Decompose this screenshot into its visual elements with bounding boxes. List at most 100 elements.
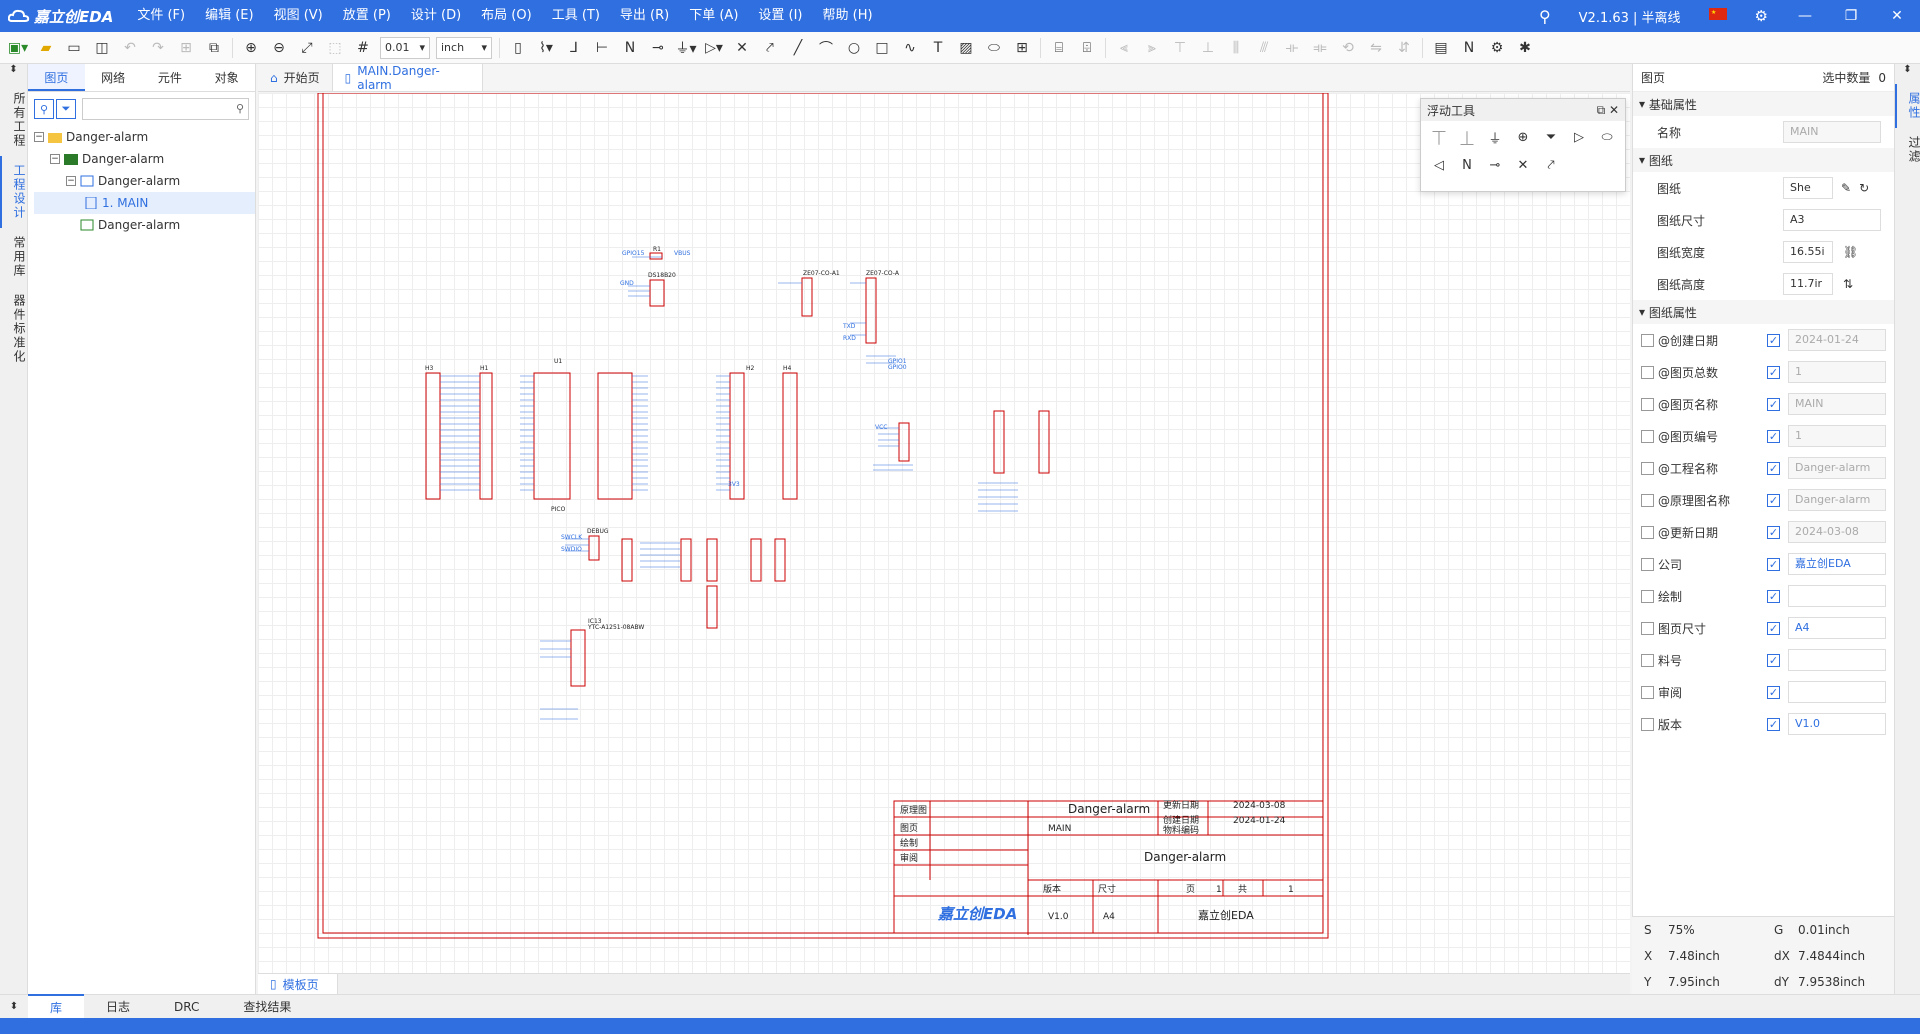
net-flag-bi-icon[interactable]: ⬭ [1593, 125, 1621, 149]
line-icon[interactable]: ╱ [784, 34, 812, 62]
property-value[interactable]: V1.0 [1788, 713, 1886, 735]
bus-icon[interactable]: ⅃ [560, 34, 588, 62]
update-pcb-icon[interactable]: ⌸ [1045, 34, 1073, 62]
width-field[interactable]: 16.55i [1783, 241, 1833, 263]
name-field[interactable]: MAIN [1783, 121, 1881, 143]
arc-icon[interactable]: ⌒ [812, 34, 840, 62]
no-connect-icon[interactable]: ✕ [728, 34, 756, 62]
align-bottom-icon[interactable]: ⊥ [1194, 34, 1222, 62]
property-value[interactable] [1788, 681, 1886, 703]
tab-library[interactable]: 库 [28, 993, 85, 1020]
property-value[interactable]: A4 [1788, 617, 1886, 639]
flip-v-icon[interactable]: ⇵ [1390, 34, 1418, 62]
settings-icon[interactable]: ✱ [1511, 34, 1539, 62]
copy-format-icon[interactable]: ⊞ [172, 34, 200, 62]
rail-project-design[interactable]: 工程设计 [0, 156, 28, 228]
rail-device-standardization[interactable]: 器件标准化 [0, 286, 28, 372]
new-project-icon[interactable]: ▣▾ [4, 34, 32, 62]
zoom-out-icon[interactable]: ⊖ [265, 34, 293, 62]
netlist-icon[interactable]: N [1455, 34, 1483, 62]
pin-icon[interactable]: ⬍ [0, 1001, 28, 1012]
sheet-field[interactable]: She [1783, 177, 1833, 199]
ellipse-icon[interactable]: ⬭ [980, 34, 1008, 62]
property-value[interactable]: Danger-alarm [1788, 457, 1886, 479]
menu-design[interactable]: 设计 (D) [401, 0, 471, 32]
collapse-icon[interactable]: − [66, 176, 76, 186]
menu-layout[interactable]: 布局 (O) [471, 0, 542, 32]
rail-properties[interactable]: 属性 [1895, 84, 1920, 128]
close-icon[interactable]: ⧉ ✕ [1597, 103, 1619, 118]
menu-view[interactable]: 视图 (V) [264, 0, 333, 32]
schematic-canvas[interactable]: 原理图 Danger-alarm 更新日期 2024-03-08 创建日期 20… [258, 93, 1630, 973]
menu-file[interactable]: 文件 (F) [127, 0, 195, 32]
rail-common-library[interactable]: 常用库 [0, 228, 28, 286]
tab-drc[interactable]: DRC [152, 995, 221, 1019]
tab-components[interactable]: 元件 [142, 64, 199, 91]
property-checkbox[interactable] [1641, 557, 1654, 571]
visible-checkbox[interactable]: ✓ [1767, 397, 1780, 411]
align-hcenter-icon[interactable]: ⫼ [1222, 34, 1250, 62]
visible-checkbox[interactable]: ✓ [1767, 717, 1780, 731]
link-icon[interactable]: ⛓ [1843, 245, 1858, 259]
text-icon[interactable]: T [924, 34, 952, 62]
property-checkbox[interactable] [1641, 525, 1654, 539]
property-checkbox[interactable] [1641, 493, 1654, 507]
align-top-icon[interactable]: ⊤ [1166, 34, 1194, 62]
pin-icon[interactable]: ⬍ [0, 64, 27, 84]
library-icon[interactable]: ⚙ [1483, 34, 1511, 62]
property-checkbox[interactable] [1641, 365, 1654, 379]
property-checkbox[interactable] [1641, 717, 1654, 731]
visible-checkbox[interactable]: ✓ [1767, 493, 1780, 507]
undo-icon[interactable]: ↶ [116, 34, 144, 62]
tab-find-results[interactable]: 查找结果 [221, 995, 313, 1019]
property-value[interactable]: 1 [1788, 425, 1886, 447]
ground-arrow-icon[interactable]: ⏷ [1537, 125, 1565, 149]
probe-icon[interactable]: ⤤ [756, 34, 784, 62]
net-port-icon[interactable]: ⊸ [644, 34, 672, 62]
power-symbol-icon[interactable]: ⏚▾ [672, 34, 700, 62]
rail-filter[interactable]: 过滤 [1895, 128, 1920, 172]
property-checkbox[interactable] [1641, 397, 1654, 411]
tab-nets[interactable]: 网络 [85, 64, 142, 91]
property-checkbox[interactable] [1641, 589, 1654, 603]
menu-tools[interactable]: 工具 (T) [542, 0, 610, 32]
zoom-area-icon[interactable]: ⬚ [321, 34, 349, 62]
circle-icon[interactable]: ○ [840, 34, 868, 62]
menu-settings[interactable]: 设置 (I) [748, 0, 812, 32]
menu-edit[interactable]: 编辑 (E) [195, 0, 264, 32]
tab-log[interactable]: 日志 [84, 995, 152, 1019]
unit-select[interactable]: inch ▾ [436, 36, 492, 59]
net-flag-icon[interactable]: ▷▾ [700, 34, 728, 62]
bom-icon[interactable]: ▤ [1427, 34, 1455, 62]
bus-entry-icon[interactable]: ⊢ [588, 34, 616, 62]
wire-icon[interactable]: ⌇▾ [532, 34, 560, 62]
bezier-icon[interactable]: ∿ [896, 34, 924, 62]
grid-size-select[interactable]: 0.01 ▾ [380, 36, 430, 59]
section-sheet[interactable]: ▾ 图纸 [1633, 148, 1894, 172]
zoom-in-icon[interactable]: ⊕ [237, 34, 265, 62]
power-vdd-icon[interactable]: ⏊ [1453, 125, 1481, 149]
net-label-icon[interactable]: N [1453, 153, 1481, 177]
property-checkbox[interactable] [1641, 685, 1654, 699]
visible-checkbox[interactable]: ✓ [1767, 365, 1780, 379]
menu-export[interactable]: 导出 (R) [610, 0, 679, 32]
section-basic[interactable]: ▾ 基础属性 [1633, 92, 1894, 116]
ground-icon[interactable]: ⏚ [1481, 125, 1509, 149]
power-circle-icon[interactable]: ⊕ [1509, 125, 1537, 149]
rail-all-projects[interactable]: 所有工程 [0, 84, 28, 156]
section-sheet-attrs[interactable]: ▾ 图纸属性 [1633, 300, 1894, 324]
height-field[interactable]: 11.7ir [1783, 273, 1833, 295]
search-icon[interactable]: ⚲ [34, 99, 54, 119]
property-value[interactable]: Danger-alarm [1788, 489, 1886, 511]
app-logo[interactable]: 嘉立创EDA [0, 6, 127, 27]
pin-icon[interactable]: ⬍ [1895, 64, 1920, 84]
property-value[interactable]: 2024-03-08 [1788, 521, 1886, 543]
property-checkbox[interactable] [1641, 653, 1654, 667]
edit-icon[interactable]: ✎ [1841, 181, 1851, 195]
swap-icon[interactable]: ⇅ [1843, 277, 1853, 291]
net-flag-in-icon[interactable]: ◁ [1425, 153, 1453, 177]
property-checkbox[interactable] [1641, 621, 1654, 635]
filter-icon[interactable]: ⏷ [56, 99, 76, 119]
net-port-icon[interactable]: ⊸ [1481, 153, 1509, 177]
gear-icon[interactable]: ⚙ [1741, 7, 1782, 25]
